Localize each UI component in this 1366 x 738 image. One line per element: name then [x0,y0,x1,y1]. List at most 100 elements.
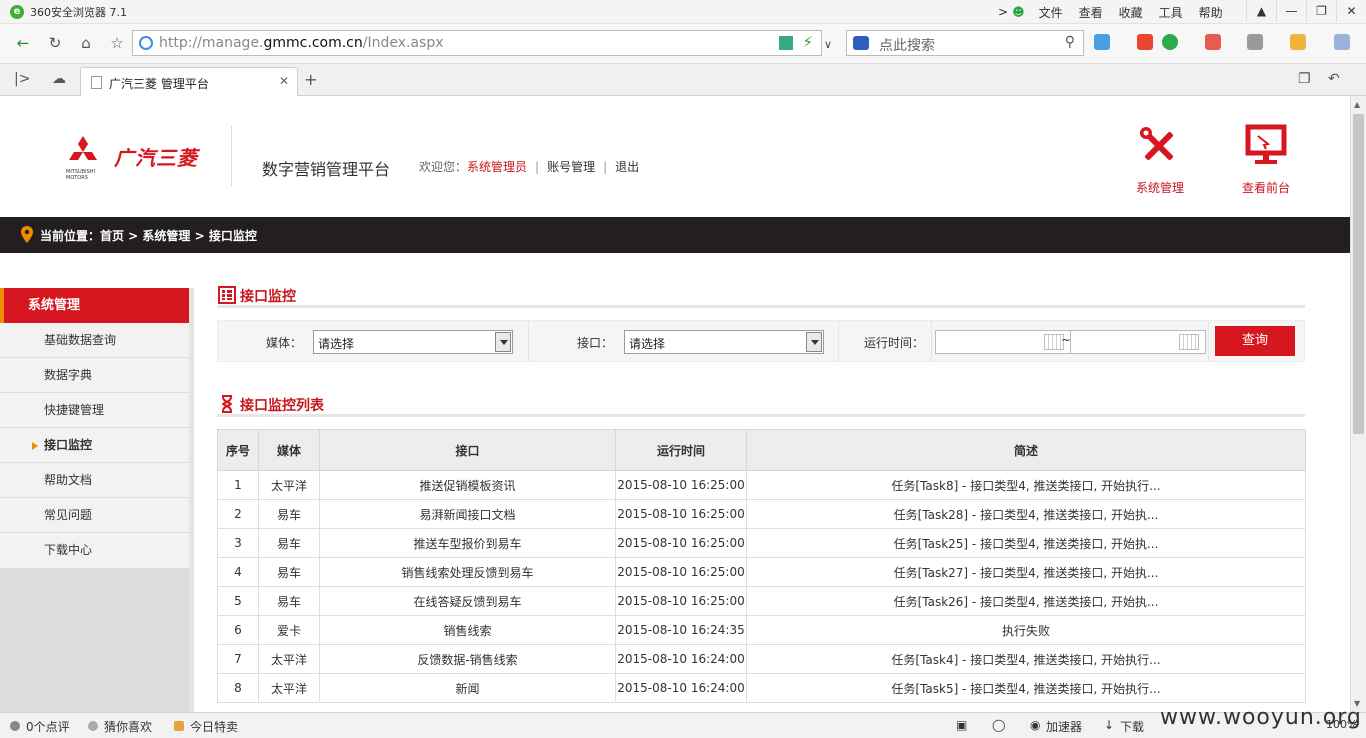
tab-manage-platform[interactable]: 广汽三菱 管理平台 ✕ [80,67,298,96]
scroll-up-icon[interactable]: ▲ [1354,100,1360,109]
sidebar-item-basic-data[interactable]: 基础数据查询 [0,323,189,358]
sys-admin-button[interactable]: 系统管理 [1128,124,1192,196]
table-row[interactable]: 2 易车 易湃新闻接口文档 2015-08-10 16:25:00 任务[Task28]… [217,499,1306,529]
qrcode-icon[interactable] [779,36,793,50]
guess-you-like[interactable]: 猜你喜欢 [104,718,152,735]
sidebar-item-help-docs[interactable]: 帮助文档 [0,463,189,498]
accelerator[interactable]: 加速器 [1046,718,1082,735]
menu-favorites[interactable]: 收藏 [1119,4,1143,21]
menu-arrow-icon[interactable]: > [998,5,1008,19]
address-bar[interactable]: http://manage.gmmc.com.cn/Index.aspx ⚡ [132,30,822,56]
platform-title: 数字营销管理平台 [262,160,391,179]
chevron-down-icon[interactable] [495,332,511,352]
table-row[interactable]: 5 易车 在线答疑反馈到易车 2015-08-10 16:25:00 任务[Task26… [217,586,1306,616]
screenshot-icon[interactable] [1247,34,1263,50]
location-pin-icon [21,226,33,243]
menu-file[interactable]: 文件 [1039,4,1063,21]
table-row[interactable]: 1 太平洋 推送促销模板资讯 2015-08-10 16:25:00 任务[Task8]… [217,470,1306,500]
calendar-icon[interactable] [1179,334,1199,350]
filter-bar: 媒体： 请选择 接口： 请选择 运行时间： ~ 查询 [217,320,1305,362]
skin-icon[interactable]: ▲ [1246,0,1276,22]
restore-tab-icon[interactable]: ❐ [1298,71,1311,87]
calendar-icon[interactable] [1137,34,1153,50]
cell-run-time: 2015-08-10 16:25:00 [615,528,747,558]
cell-media: 爱卡 [258,615,320,645]
translate-icon[interactable] [1205,34,1221,50]
table-row[interactable]: 3 易车 推送车型报价到易车 2015-08-10 16:25:00 任务[Task25… [217,528,1306,558]
media-select[interactable]: 请选择 [313,330,513,354]
menu-help[interactable]: 帮助 [1199,4,1223,21]
menu-view[interactable]: 查看 [1079,4,1103,21]
api-select[interactable]: 请选择 [624,330,824,354]
comment-icon[interactable] [10,721,20,731]
cloud-icon[interactable]: ☁ [52,71,66,87]
close-button[interactable]: ✕ [1336,0,1366,22]
zoom-level[interactable]: 100% [1326,718,1357,731]
table-row[interactable]: 7 太平洋 反馈数据-销售线索 2015-08-10 16:24:00 任务[Task4… [217,644,1306,674]
cell-api: 易湃新闻接口文档 [319,499,616,529]
cell-run-time: 2015-08-10 16:24:35 [615,615,747,645]
logout-link[interactable]: 退出 [615,160,639,174]
site-header: MITSUBISHI MOTORS 广汽三菱 数字营销管理平台 欢迎您：系统管理… [0,96,1350,217]
sidebar-items: 基础数据查询 数据字典 快捷键管理 接口监控 帮助文档 常见问题 下载中心 [0,323,189,568]
end-date-input[interactable] [1070,330,1206,354]
sidebar-title[interactable]: 系统管理 [0,288,189,323]
cell-api: 推送促销模板资讯 [319,470,616,500]
minimize-button[interactable]: — [1276,0,1306,22]
cell-run-time: 2015-08-10 16:25:00 [615,586,747,616]
favorite-star-icon[interactable]: ☆ [106,32,128,54]
sidebar-item-faq[interactable]: 常见问题 [0,498,189,533]
cell-summary: 任务[Task4] - 接口类型4, 推送类接口, 开始执行... [746,644,1306,674]
download-icon[interactable]: ↓ [1104,718,1114,732]
comments-count[interactable]: 0个点评 [26,718,70,735]
col-media: 媒体 [258,429,320,471]
chevron-down-icon[interactable] [806,332,822,352]
account-link[interactable]: 账号管理 [547,160,595,174]
query-button[interactable]: 查询 [1215,326,1295,356]
menu-tools[interactable]: 工具 [1159,4,1183,21]
api-select-value: 请选择 [629,337,666,351]
maximize-button[interactable]: ❐ [1306,0,1336,22]
games-icon[interactable] [1290,34,1306,50]
scroll-thumb[interactable] [1353,114,1364,434]
gift-icon[interactable] [174,721,184,731]
table-row[interactable]: 6 爱卡 销售线索 2015-08-10 16:24:35 执行失败 [217,615,1306,645]
apps-icon[interactable] [1094,34,1110,50]
speed-mode-icon[interactable]: ⚡ [802,33,813,51]
security-shield-icon[interactable] [1162,34,1178,50]
user-icon[interactable]: ☻ [1012,5,1025,19]
cell-media: 太平洋 [258,644,320,674]
refresh-icon[interactable]: ↻ [44,32,66,54]
search-icon[interactable]: ⚲ [1065,34,1075,50]
mobile-icon[interactable]: ▣ [956,718,967,732]
table-row[interactable]: 8 太平洋 新闻 2015-08-10 16:24:00 任务[Task5] - 接口类… [217,673,1306,703]
brand-name: 广汽三菱 [114,146,198,170]
baidu-paw-icon[interactable] [853,36,869,50]
sidebar-item-api-monitor[interactable]: 接口监控 [0,428,189,463]
speedometer-icon[interactable]: ◯ [992,718,1005,732]
current-user[interactable]: 系统管理员 [467,160,527,174]
table-row[interactable]: 4 易车 销售线索处理反馈到易车 2015-08-10 16:25:00 任务[Task… [217,557,1306,587]
sidebar-item-downloads[interactable]: 下载中心 [0,533,189,568]
guess-icon[interactable] [88,721,98,731]
sidebar-item-dictionary[interactable]: 数据字典 [0,358,189,393]
page-scrollbar[interactable]: ▲ ▼ [1350,96,1366,712]
undo-close-icon[interactable]: ↶ [1328,71,1340,87]
search-box[interactable]: 点此搜索 ⚲ [846,30,1084,56]
sidebar-item-shortcuts[interactable]: 快捷键管理 [0,393,189,428]
new-tab-button[interactable]: + [304,70,317,89]
download[interactable]: 下载 [1120,718,1144,735]
back-arrow-icon[interactable]: ← [12,32,34,54]
daily-deals[interactable]: 今日特卖 [190,718,238,735]
sidebar-toggle-icon[interactable]: |> [14,71,30,87]
welcome-bar: 欢迎您：系统管理员 | 账号管理 | 退出 [419,160,640,174]
search-input[interactable]: 点此搜索 [879,35,935,55]
tab-close-icon[interactable]: ✕ [279,74,289,88]
chevron-down-icon[interactable]: ∨ [824,38,832,51]
tab-title: 广汽三菱 管理平台 [109,77,209,91]
settings-icon[interactable] [1334,34,1350,50]
accelerator-icon[interactable]: ◉ [1030,718,1040,732]
view-front-button[interactable]: 查看前台 [1234,124,1298,196]
start-date-input[interactable] [935,330,1071,354]
home-icon[interactable]: ⌂ [75,32,97,54]
